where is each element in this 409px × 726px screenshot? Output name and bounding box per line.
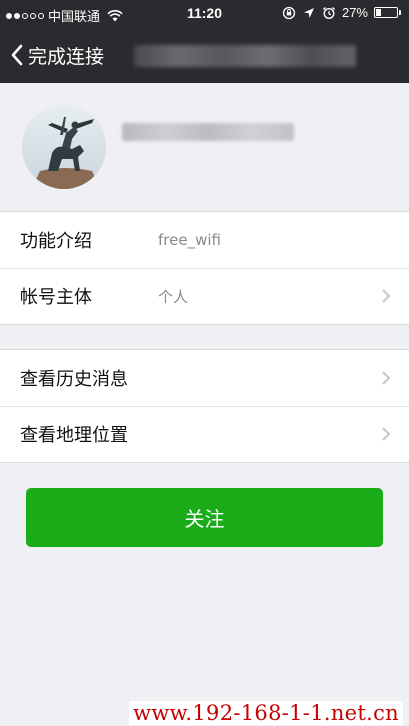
chevron-right-icon: [382, 371, 391, 385]
status-right: 27%: [282, 5, 401, 20]
statue-image: [22, 105, 106, 189]
battery-icon: [374, 7, 401, 18]
chevron-right-icon: [382, 289, 391, 303]
profile-header: [0, 83, 409, 210]
status-bar: 中国联通 11:20 27%: [0, 0, 409, 28]
chevron-right-icon: [382, 427, 391, 441]
battery-percent: 27%: [341, 5, 368, 20]
chevron-left-icon: [11, 44, 23, 66]
row-value: 个人: [158, 287, 189, 306]
row-account-entity[interactable]: 帐号主体 个人: [0, 268, 409, 324]
rotation-lock-icon: [282, 6, 296, 19]
nav-bar: 完成连接: [0, 28, 409, 83]
row-label: 查看历史消息: [20, 369, 128, 390]
account-name-redacted: [122, 123, 294, 141]
row-value: free_wifi: [158, 231, 221, 249]
row-label: 帐号主体: [20, 287, 92, 308]
watermark-text: www.192-168-1-1.net.cn: [129, 701, 403, 725]
row-view-history[interactable]: 查看历史消息: [0, 350, 409, 406]
nav-title-redacted: [134, 45, 356, 67]
avatar: [22, 105, 106, 189]
row-view-location[interactable]: 查看地理位置: [0, 406, 409, 462]
row-function-intro: 功能介绍 free_wifi: [0, 212, 409, 268]
row-label: 功能介绍: [20, 231, 92, 252]
back-label: 完成连接: [28, 45, 105, 68]
follow-button[interactable]: 关注: [26, 488, 383, 547]
row-label: 查看地理位置: [20, 425, 128, 446]
alarm-icon: [322, 6, 335, 19]
back-button[interactable]: 完成连接: [10, 41, 104, 69]
actions-group: 查看历史消息 查看地理位置: [0, 349, 409, 463]
location-arrow-icon: [303, 7, 314, 18]
info-group: 功能介绍 free_wifi 帐号主体 个人: [0, 211, 409, 325]
